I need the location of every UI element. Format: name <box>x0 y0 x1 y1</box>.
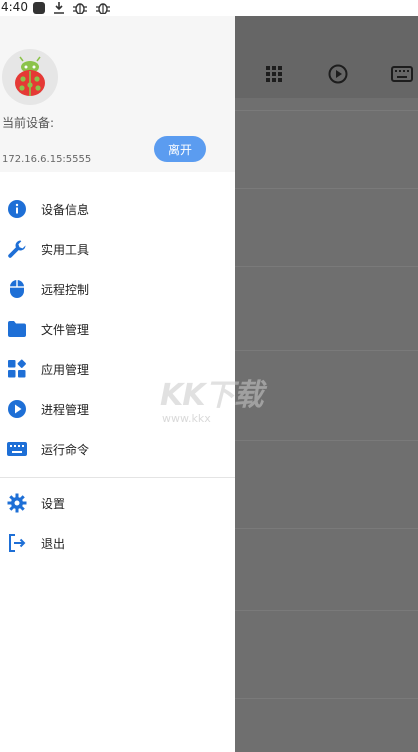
android-ladybug-icon <box>15 56 45 96</box>
menu-item-label: 设置 <box>41 496 66 511</box>
drawer-header: 当前设备: 172.16.6.15:5555 离开 <box>0 16 235 172</box>
play-circle-icon <box>326 62 350 86</box>
info-icon <box>6 198 28 220</box>
menu-item-device-info[interactable]: 设备信息 <box>0 189 235 229</box>
menu-item-label: 应用管理 <box>41 362 90 377</box>
menu-item-remote-control[interactable]: 远程控制 <box>0 269 235 309</box>
download-icon <box>54 2 64 17</box>
notification-square-icon <box>33 2 45 17</box>
keyboard-icon <box>6 438 28 460</box>
wrench-icon <box>6 238 28 260</box>
menu-item-label: 文件管理 <box>41 322 90 337</box>
divider <box>0 477 235 478</box>
menu-item-label: 实用工具 <box>41 242 90 257</box>
watermark-url: www.kkx <box>162 412 211 425</box>
play-circle-icon <box>6 398 28 420</box>
avatar <box>2 49 58 105</box>
device-ip: 172.16.6.15:5555 <box>2 154 92 165</box>
keyboard-icon <box>390 62 414 86</box>
watermark: KK下载 www.kkx <box>158 370 278 440</box>
device-label: 当前设备: <box>2 116 55 130</box>
menu-item-tools[interactable]: 实用工具 <box>0 229 235 269</box>
menu-item-label: 运行命令 <box>41 442 90 457</box>
menu-item-label: 远程控制 <box>41 282 90 297</box>
bug-icon <box>96 2 110 17</box>
gear-icon <box>6 492 28 514</box>
menu-item-label: 设备信息 <box>41 202 90 217</box>
folder-icon <box>6 318 28 340</box>
leave-button[interactable]: 离开 <box>154 136 206 162</box>
status-time: 4:40 <box>1 0 28 14</box>
mouse-icon <box>6 278 28 300</box>
exit-icon <box>6 532 28 554</box>
menu-item-label: 进程管理 <box>41 402 90 417</box>
watermark-logo: KK下载 <box>160 378 263 413</box>
grid-icon <box>262 62 286 86</box>
menu-item-file-manager[interactable]: 文件管理 <box>0 309 235 349</box>
bug-icon <box>73 2 87 17</box>
menu-item-settings[interactable]: 设置 <box>0 483 235 523</box>
menu-item-label: 退出 <box>41 536 66 551</box>
menu-item-exit[interactable]: 退出 <box>0 523 235 563</box>
status-bar: 4:40 <box>0 0 418 16</box>
apps-icon <box>6 358 28 380</box>
